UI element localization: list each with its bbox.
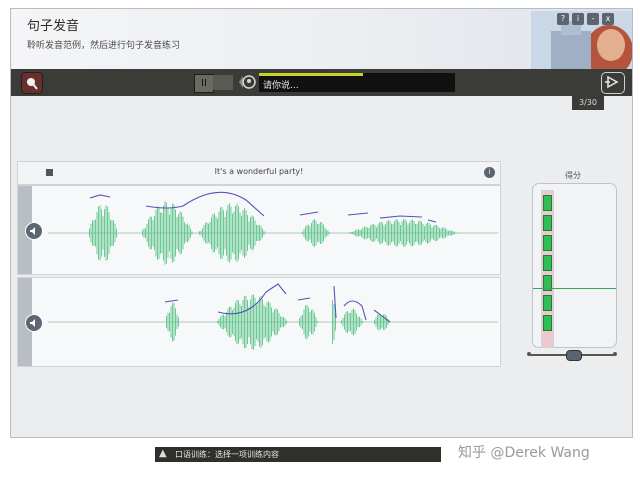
prompt-text: 请你说... [263, 81, 299, 91]
next-button[interactable] [601, 72, 625, 94]
toolbar: II 请你说... [11, 69, 632, 96]
status-bar: ▲ 口语训练：选择一项训练内容 [155, 447, 441, 462]
question-counter: 3/30 [572, 96, 604, 110]
close-button[interactable]: x [602, 13, 614, 25]
model-waveform [48, 191, 498, 265]
watermark: 知乎 @Derek Wang [458, 445, 590, 461]
head-profile-icon[interactable] [235, 72, 257, 93]
score-segment [543, 235, 552, 251]
page-subtitle: 聆听发音范例，然后进行句子发音练习 [27, 41, 181, 51]
score-segment [543, 295, 552, 311]
pause-button[interactable]: II [194, 74, 214, 93]
record-button-icon [27, 78, 38, 90]
info-button[interactable]: i [572, 13, 584, 25]
prompt-progress-bar [259, 73, 363, 76]
app-window: 句子发音 聆听发音范例，然后进行句子发音练习 ? i - x II 请你说...… [10, 8, 633, 438]
minimize-button[interactable]: - [587, 13, 599, 25]
score-segment [543, 195, 552, 211]
score-label: 得分 [565, 171, 581, 180]
score-panel [532, 183, 617, 348]
target-sentence: It's a wonderful party! [214, 167, 304, 176]
info-icon[interactable]: i [484, 167, 495, 178]
score-segment [543, 255, 552, 271]
page-title: 句子发音 [27, 19, 80, 34]
sentence-bar: It's a wonderful party! i [17, 161, 501, 185]
next-arrow-icon [605, 75, 619, 89]
model-waveform-panel [17, 185, 501, 275]
status-text: 口语训练：选择一项训练内容 [175, 450, 279, 459]
user-waveform [48, 283, 498, 350]
window-controls: ? i - x [557, 13, 614, 25]
playback-track[interactable] [213, 75, 233, 90]
score-meter [541, 190, 554, 348]
score-segment [543, 315, 552, 331]
score-segment [543, 215, 552, 231]
slider-dot-right [613, 352, 617, 356]
score-threshold-line [533, 288, 616, 289]
slider-knob[interactable] [566, 350, 582, 361]
record-button[interactable] [21, 72, 43, 94]
help-button[interactable]: ? [557, 13, 569, 25]
user-waveform-panel [17, 277, 501, 367]
prompt-field: 请你说... [259, 73, 455, 92]
header: 句子发音 聆听发音范例，然后进行句子发音练习 ? i - x [11, 9, 632, 69]
person-icon: ▲ [159, 448, 167, 459]
